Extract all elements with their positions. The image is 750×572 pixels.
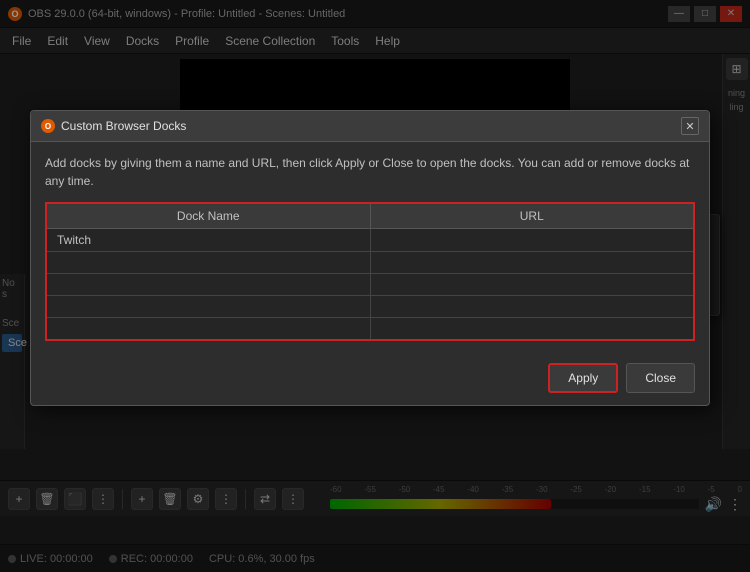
dock-url-cell-5[interactable] <box>370 318 694 340</box>
table-row: Twitch <box>46 229 694 252</box>
dialog-obs-icon: O <box>41 119 55 133</box>
dock-name-cell-2[interactable] <box>46 252 370 274</box>
dialog-description: Add docks by giving them a name and URL,… <box>45 154 695 190</box>
dialog-close-x-button[interactable]: ✕ <box>681 117 699 135</box>
dock-table: Dock Name URL Twitch <box>45 202 695 341</box>
dialog-body: Add docks by giving them a name and URL,… <box>31 142 709 353</box>
dock-url-cell-1[interactable] <box>370 229 694 252</box>
dock-name-cell-4[interactable] <box>46 296 370 318</box>
dialog-buttons: Apply Close <box>31 353 709 405</box>
table-row <box>46 296 694 318</box>
dock-url-cell-4[interactable] <box>370 296 694 318</box>
custom-browser-docks-dialog: O Custom Browser Docks ✕ Add docks by gi… <box>30 110 710 406</box>
table-row <box>46 318 694 340</box>
apply-button[interactable]: Apply <box>548 363 618 393</box>
close-button[interactable]: Close <box>626 363 695 393</box>
table-row <box>46 274 694 296</box>
dialog-title-left: O Custom Browser Docks <box>41 119 186 133</box>
table-row <box>46 252 694 274</box>
dock-url-cell-2[interactable] <box>370 252 694 274</box>
col-header-url: URL <box>370 203 694 229</box>
dock-url-cell-3[interactable] <box>370 274 694 296</box>
dock-name-cell-3[interactable] <box>46 274 370 296</box>
dialog-title-text: Custom Browser Docks <box>61 119 186 133</box>
dialog-titlebar: O Custom Browser Docks ✕ <box>31 111 709 142</box>
dock-name-cell-5[interactable] <box>46 318 370 340</box>
dock-name-cell-1[interactable]: Twitch <box>46 229 370 252</box>
col-header-dock-name: Dock Name <box>46 203 370 229</box>
